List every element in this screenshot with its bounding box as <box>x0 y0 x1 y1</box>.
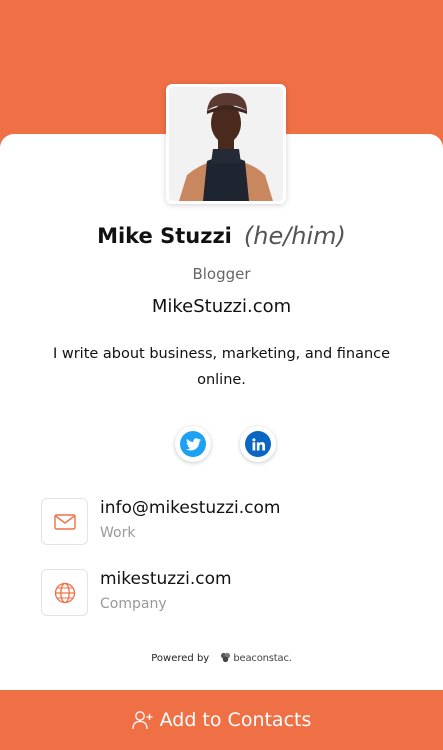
add-to-contacts-button[interactable]: Add to Contacts <box>0 690 443 750</box>
contact-email-row[interactable]: info@mikestuzzi.com Work <box>41 498 421 546</box>
email-label: Work <box>100 525 136 541</box>
profile-name: Mike Stuzzi <box>97 224 232 248</box>
linkedin-button[interactable] <box>240 426 276 462</box>
linkedin-icon <box>245 431 271 457</box>
avatar <box>166 84 286 204</box>
add-user-icon <box>131 711 153 730</box>
profile-pronouns: (he/him) <box>243 222 346 250</box>
twitter-icon <box>180 431 206 457</box>
contact-website-row[interactable]: mikestuzzi.com Company <box>41 569 421 617</box>
mail-icon <box>41 498 88 545</box>
profile-photo <box>169 87 283 201</box>
website-label: Company <box>100 596 167 612</box>
twitter-button[interactable] <box>175 426 211 462</box>
profile-bio: I write about business, marketing, and f… <box>52 346 391 388</box>
brand-name: beaconstac. <box>233 653 292 664</box>
beaconstac-icon <box>221 652 231 663</box>
add-to-contacts-label: Add to Contacts <box>159 709 312 731</box>
profile-title: Blogger <box>192 265 251 283</box>
email-value[interactable]: info@mikestuzzi.com <box>100 498 280 518</box>
powered-by: Powered by beaconstac. <box>0 652 443 664</box>
profile-website-link[interactable]: MikeStuzzi.com <box>0 296 443 317</box>
globe-icon <box>41 569 88 616</box>
website-value[interactable]: mikestuzzi.com <box>100 569 232 589</box>
name-row: Mike Stuzzi (he/him) <box>0 222 443 250</box>
brand-logo[interactable]: beaconstac. <box>220 652 292 664</box>
powered-by-text: Powered by <box>151 653 210 664</box>
